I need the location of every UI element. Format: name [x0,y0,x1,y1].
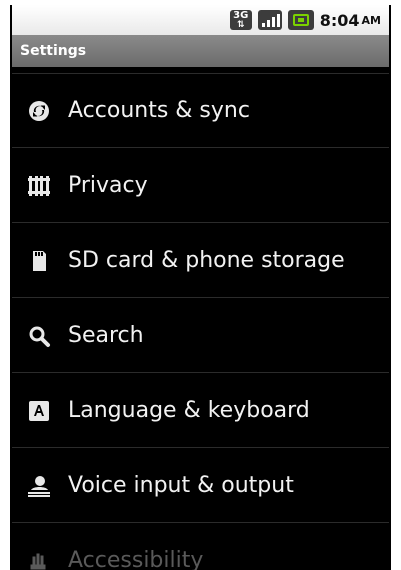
settings-item-voice-input-output[interactable]: Voice input & output [12,449,389,523]
battery-icon [287,10,314,30]
status-bar: 3G ⇅ 8:04 AM [12,5,389,35]
3g-data-icon: 3G ⇅ [229,10,252,30]
phone-screen: 3G ⇅ 8:04 AM Settings Accounts & sync Pr… [10,5,391,570]
network-arrows: ⇅ [236,20,245,30]
settings-item-label: Search [68,323,144,348]
settings-item-label: Voice input & output [68,473,294,498]
search-icon [26,323,52,349]
settings-item-search[interactable]: Search [12,299,389,373]
title-bar: Settings [12,35,389,67]
settings-list: Accounts & sync Privacy SD card & phone … [12,67,389,570]
settings-item-label: SD card & phone storage [68,248,345,273]
settings-item-accounts-sync[interactable]: Accounts & sync [12,74,389,148]
clock-time: 8:04 [319,10,360,30]
settings-item-label: Privacy [68,173,148,198]
page-title: Settings [20,43,87,59]
settings-item-label: Accounts & sync [68,98,250,123]
accessibility-icon [26,548,52,570]
settings-item-label: Language & keyboard [68,398,310,423]
clock-ampm: AM [361,13,381,27]
settings-item-label: Accessibility [68,548,204,570]
sd-card-icon [26,248,52,274]
settings-item-privacy[interactable]: Privacy [12,149,389,223]
signal-strength-icon [257,10,282,30]
settings-item-language-keyboard[interactable]: Language & keyboard [12,374,389,448]
privacy-icon [26,173,52,199]
settings-item-accessibility[interactable]: Accessibility [12,524,389,570]
voice-input-icon [26,473,52,499]
sync-icon [26,98,52,124]
language-keyboard-icon [26,398,52,424]
settings-item-sd-card-storage[interactable]: SD card & phone storage [12,224,389,298]
